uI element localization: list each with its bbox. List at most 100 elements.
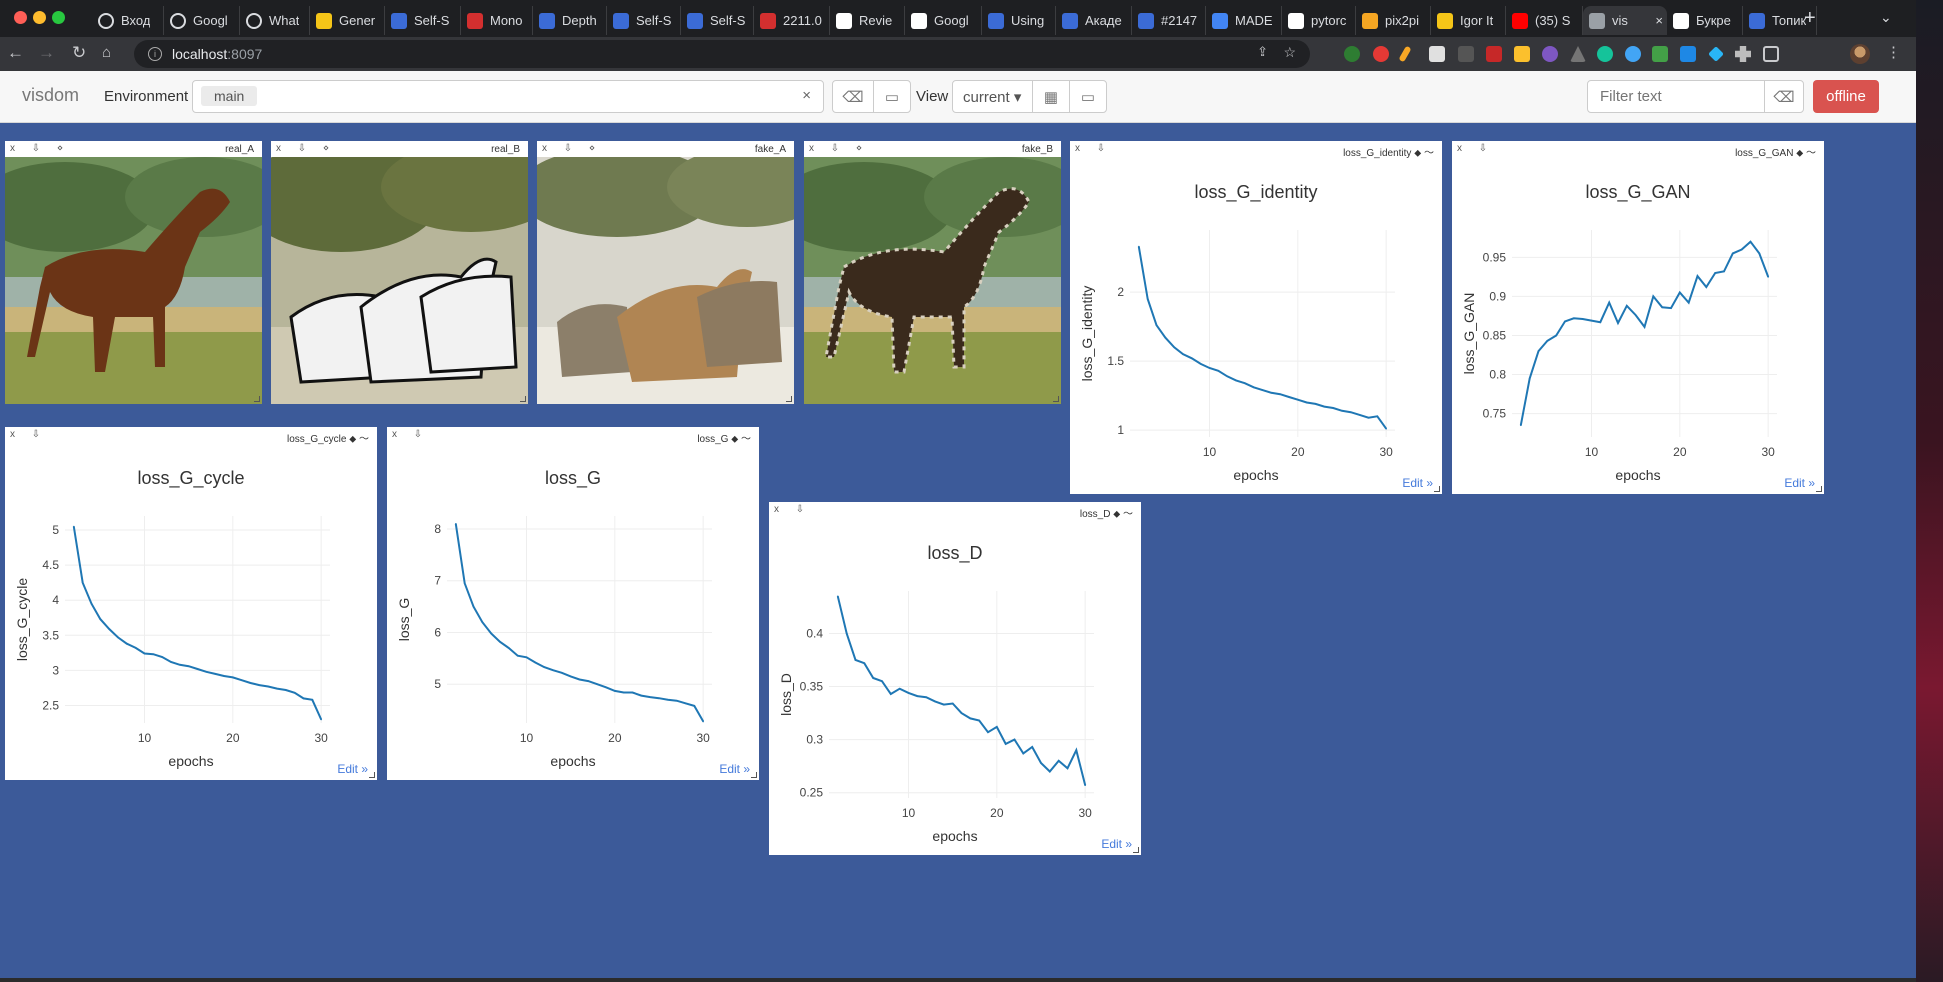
address-bar[interactable]: i localhost:8097 ⇪ ☆ xyxy=(134,40,1310,68)
forward-icon[interactable]: → xyxy=(38,43,55,63)
plot-pane-loss-g-identity[interactable]: x ⇩ loss_G_identity ⬥ 〜 loss_G_identity 10 2… xyxy=(1070,141,1442,494)
resize-handle[interactable] xyxy=(254,396,260,402)
font-extension-icon[interactable] xyxy=(1429,46,1445,62)
pane-controls[interactable]: x ⇩ ⋄ xyxy=(542,143,602,154)
image-pane-fake-b[interactable]: x ⇩ ⋄ fake_B xyxy=(804,141,1061,404)
back-icon[interactable]: ← xyxy=(7,43,24,63)
pane-controls[interactable]: x ⇩ xyxy=(1457,143,1494,154)
plot-pane-loss-g-cycle[interactable]: x ⇩ loss_G_cycle ⬥ 〜 loss_G_cycle 10 20 30 2.5… xyxy=(5,427,377,780)
diamond-extension-icon[interactable] xyxy=(1708,46,1724,62)
maximize-window-button[interactable] xyxy=(52,11,65,24)
resize-handle[interactable] xyxy=(369,772,375,778)
resize-handle[interactable] xyxy=(1816,486,1822,492)
env-tag-main[interactable]: main xyxy=(201,86,258,106)
tab-item[interactable]: Self-S xyxy=(607,6,681,35)
visdom-brand[interactable]: visdom xyxy=(22,85,79,106)
env-clear-icon[interactable]: × xyxy=(802,87,811,104)
tab-item[interactable]: (35) S xyxy=(1506,6,1583,35)
resize-handle[interactable] xyxy=(751,772,757,778)
minimize-window-button[interactable] xyxy=(33,11,46,24)
tab-item[interactable]: Gener xyxy=(310,6,385,35)
image-pane-fake-a[interactable]: x ⇩ ⋄ fake_A xyxy=(537,141,794,404)
tab-item[interactable]: pytorc xyxy=(1282,6,1356,35)
tab-item[interactable]: Акаде xyxy=(1056,6,1132,35)
tab-item[interactable]: Igor It xyxy=(1431,6,1506,35)
environment-select[interactable]: main × xyxy=(192,80,824,113)
plot-pane-loss-g-gan[interactable]: x ⇩ loss_G_GAN ⬥ 〜 loss_G_GAN 10 20 30 0.75 0.8… xyxy=(1452,141,1824,494)
repack-button[interactable]: ▦ xyxy=(1032,80,1070,113)
new-tab-button[interactable]: + xyxy=(1804,7,1816,30)
side-panel-icon[interactable] xyxy=(1763,46,1779,62)
clear-env-button[interactable]: ⌫ xyxy=(832,80,874,113)
manage-env-button[interactable]: ▭ xyxy=(873,80,911,113)
close-window-button[interactable] xyxy=(14,11,27,24)
home-icon[interactable]: ⌂ xyxy=(102,43,111,63)
edit-link[interactable]: Edit » xyxy=(1101,837,1132,851)
bookmark-star-icon[interactable]: ☆ xyxy=(1283,44,1296,61)
keep-extension-icon[interactable] xyxy=(1514,46,1530,62)
y-tick-label: 0.9 xyxy=(1489,289,1506,303)
plot-pane-loss-d[interactable]: x ⇩ loss_D ⬥ 〜 loss_D 10 20 30 0.25 0.3 0.35 0.4 e… xyxy=(769,502,1141,855)
reload-icon[interactable]: ↻ xyxy=(72,43,86,63)
pane-controls[interactable]: x ⇩ xyxy=(1075,143,1112,154)
grey-a-extension-icon[interactable] xyxy=(1570,46,1586,62)
view-select[interactable]: current ▾ xyxy=(952,80,1033,113)
tab-item[interactable]: 2211.0 xyxy=(754,6,830,35)
edit-link[interactable]: Edit » xyxy=(1784,476,1815,490)
edit-link[interactable]: Edit » xyxy=(337,762,368,776)
highlighter-extension-icon[interactable] xyxy=(1398,45,1412,63)
edit-link[interactable]: Edit » xyxy=(1402,476,1433,490)
evernote-extension-icon[interactable] xyxy=(1344,46,1360,62)
tab-item[interactable]: Googl xyxy=(164,6,240,35)
image-pane-real-b[interactable]: x ⇩ ⋄ real_B xyxy=(271,141,528,404)
green-box-extension-icon[interactable] xyxy=(1652,46,1668,62)
data-point xyxy=(1740,248,1743,251)
share-icon[interactable]: ⇪ xyxy=(1257,44,1268,60)
pane-controls[interactable]: x ⇩ ⋄ xyxy=(276,143,336,154)
pane-controls[interactable]: x ⇩ xyxy=(774,504,811,515)
tab-item[interactable]: What xyxy=(240,6,310,35)
browser-menu-icon[interactable]: ⋮ xyxy=(1886,43,1901,63)
tab-item[interactable]: pix2pi xyxy=(1356,6,1431,35)
tab-item[interactable]: Mono xyxy=(461,6,533,35)
resize-handle[interactable] xyxy=(1133,847,1139,853)
tab-search-icon[interactable]: ⌄ xyxy=(1880,9,1892,26)
plot-pane-loss-g[interactable]: x ⇩ loss_G ⬥ 〜 loss_G 10 20 30 5 6 7 8 epochs loss_… xyxy=(387,427,759,780)
resize-handle[interactable] xyxy=(786,396,792,402)
tab-item[interactable]: Self-S xyxy=(681,6,754,35)
clear-filter-button[interactable]: ⌫ xyxy=(1764,80,1804,113)
tab-item[interactable]: Depth xyxy=(533,6,607,35)
tab-item[interactable]: Revie xyxy=(830,6,905,35)
pane-controls[interactable]: x ⇩ xyxy=(392,429,429,440)
filter-input[interactable] xyxy=(1587,80,1765,113)
tab-item[interactable]: Googl xyxy=(905,6,982,35)
resize-handle[interactable] xyxy=(520,396,526,402)
offline-button[interactable]: offline xyxy=(1813,80,1879,113)
tab-item[interactable]: Self-S xyxy=(385,6,461,35)
close-tab-icon[interactable]: × xyxy=(1651,13,1663,28)
red-extension-icon[interactable] xyxy=(1486,46,1502,62)
resize-handle[interactable] xyxy=(1053,396,1059,402)
tab-item[interactable]: vis × xyxy=(1583,6,1667,35)
zoom-extension-icon[interactable] xyxy=(1680,46,1696,62)
pane-controls[interactable]: x ⇩ ⋄ xyxy=(10,143,70,154)
image-pane-real-a[interactable]: x ⇩ ⋄ real_A xyxy=(5,141,262,404)
tab-item[interactable]: MADE xyxy=(1206,6,1282,35)
manage-views-button[interactable]: ▭ xyxy=(1069,80,1107,113)
tab-item[interactable]: #2147 xyxy=(1132,6,1206,35)
pane-controls[interactable]: x ⇩ xyxy=(10,429,47,440)
tab-item[interactable]: Букре xyxy=(1667,6,1743,35)
tex-extension-icon[interactable] xyxy=(1458,46,1474,62)
edit-link[interactable]: Edit » xyxy=(719,762,750,776)
clock-extension-icon[interactable] xyxy=(1625,46,1641,62)
pane-controls[interactable]: x ⇩ ⋄ xyxy=(809,143,869,154)
resize-handle[interactable] xyxy=(1434,486,1440,492)
purple-extension-icon[interactable] xyxy=(1542,46,1558,62)
extensions-puzzle-icon[interactable] xyxy=(1735,46,1751,62)
tab-item[interactable]: Вход xyxy=(92,6,164,35)
grammarly-extension-icon[interactable] xyxy=(1597,46,1613,62)
profile-avatar[interactable] xyxy=(1850,44,1870,64)
adblock-extension-icon[interactable] xyxy=(1373,46,1389,62)
tab-item[interactable]: Using xyxy=(982,6,1056,35)
site-info-icon[interactable]: i xyxy=(148,47,162,61)
